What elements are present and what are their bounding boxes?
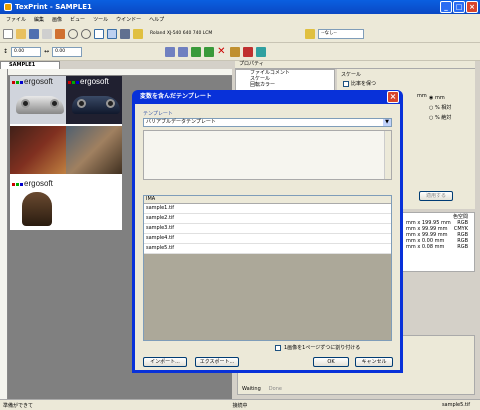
image-thumb-1[interactable]: ergosoft [10,76,66,124]
cursor-icon[interactable]: ↕ [3,48,8,55]
menu-file[interactable]: ファイル [6,16,26,23]
list-item[interactable]: sample5.tif [144,244,391,254]
radio-relative[interactable]: ○ % 相対 [429,103,451,113]
tab-label: SAMPLE1 [9,62,36,68]
delete-icon[interactable]: ✕ [217,46,227,57]
main-toolbar: Roland XJ-540 640 740 LCM --なし-- [0,25,480,43]
tab-done[interactable]: Done [269,386,282,392]
close-button[interactable]: × [466,1,478,13]
dialog-close-button[interactable]: × [387,91,399,103]
dialog-title: 変数を含んだテンプレート [140,93,212,100]
cancel-button[interactable]: キャンセル [355,357,393,367]
keep-ratio-checkbox[interactable] [343,80,349,87]
menu-view[interactable]: ビュー [70,16,85,23]
y-input[interactable]: 0.00 [52,46,83,57]
window-title: TexPrint - SAMPLE1 [15,3,92,11]
template-value: バリアブルデータテンプレート [146,119,216,125]
grid-icon[interactable] [107,28,117,39]
scale-title: スケール [341,72,362,78]
ergosoft-logo-5: ergosoft [12,179,53,188]
right-select[interactable]: --なし-- [318,28,365,39]
crop-icon[interactable] [243,46,254,57]
circle-icon[interactable] [68,28,78,39]
status-right: sample5.tif [441,402,470,408]
tile-icon[interactable] [256,46,267,57]
image-thumb-5[interactable]: ergosoft [10,178,66,230]
app-icon [4,3,12,11]
window-titlebar: TexPrint - SAMPLE1 _ □ × [0,0,480,14]
save-icon[interactable] [29,28,39,39]
paint-icon[interactable] [230,46,241,57]
image-list[interactable]: IMA sample1.tif sample2.tif sample3.tif … [143,195,392,341]
image-list-empty-area [144,254,391,340]
menu-tools[interactable]: ツール [93,16,108,23]
circle-icon-2[interactable] [81,28,91,39]
list-item[interactable]: sample3.tif [144,224,391,234]
keep-ratio-row[interactable]: 比率を保つ [337,80,475,87]
print-page[interactable]: ergosoft ergosoft ergosoft [10,76,122,230]
one-per-page-label: 1画像を1ページずつに割り付ける [284,345,361,351]
export-button[interactable]: エクスポート... [195,357,239,367]
template-scrollbar[interactable] [384,131,391,179]
template-dialog: 変数を含んだテンプレート × テンプレート バリアブルデータテンプレート ▼ I… [132,90,403,373]
image-thumb-4[interactable] [66,126,122,174]
image-thumb-2[interactable]: ergosoft [66,76,122,124]
tab-waiting[interactable]: Waiting [242,386,261,392]
unit-label: mm [417,93,427,99]
image-list-header: IMA [144,196,391,204]
menu-edit[interactable]: 編集 [34,16,44,23]
dialog-body: テンプレート バリアブルデータテンプレート ▼ IMA sample1.tif … [135,104,400,370]
properties-header: プロパティ [235,61,475,69]
tab-sample1[interactable]: SAMPLE1 [0,61,60,69]
chevron-down-icon[interactable]: ▼ [383,119,391,126]
edit-toolbar: ↕ 0.00 ↔ 0.00 ✕ [0,43,480,61]
prop-rotate-color[interactable]: 回転カラー [236,82,334,88]
color-icon[interactable] [55,28,65,39]
horizontal-ruler [8,69,232,76]
dialog-titlebar: 変数を含んだテンプレート × [135,90,400,104]
status-bar: 準備ができて 接続中 sample5.tif [0,399,480,410]
funnel-icon[interactable] [133,28,143,39]
printer-label[interactable]: Roland XJ-540 640 740 LCM [150,31,212,36]
list-item[interactable]: sample2.tif [144,214,391,224]
print-icon[interactable] [42,28,52,39]
menu-bar: ファイル 編集 画像 ビュー ツール ウインドー ヘルプ [0,14,480,25]
resize-icon[interactable]: ↔ [44,48,49,55]
minimize-button[interactable]: _ [440,1,452,13]
image-thumb-3[interactable] [10,126,66,174]
radio-mm[interactable]: ◉ mm [429,93,451,103]
menu-help[interactable]: ヘルプ [149,16,164,23]
flip-icon[interactable] [178,46,189,57]
scale-radio-group: ◉ mm ○ % 相対 ○ % 絶対 [429,93,451,123]
status-center: 接続中 [232,402,248,409]
paste-icon[interactable] [204,46,215,57]
ergosoft-logo: ergosoft [12,77,53,86]
x-input[interactable]: 0.00 [11,46,42,57]
open-icon[interactable] [16,28,26,39]
ok-button[interactable]: OK [313,357,349,367]
list-item[interactable]: sample4.tif [144,234,391,244]
template-group-label: テンプレート [143,111,173,117]
new-icon[interactable] [3,28,13,39]
one-per-page-checkbox[interactable] [275,344,281,351]
one-per-page-row[interactable]: 1画像を1ページずつに割り付ける [275,344,360,351]
menu-window[interactable]: ウインドー [116,16,141,23]
status-left: 準備ができて [3,402,34,409]
rotate-icon[interactable] [165,46,176,57]
list-item[interactable]: sample1.tif [144,204,391,214]
apply-button[interactable]: 適用する [419,191,453,201]
vertical-ruler [0,69,8,399]
ergosoft-logo-2: ergosoft [68,77,109,86]
copy-icon[interactable] [191,46,202,57]
radio-absolute[interactable]: ○ % 絶対 [429,113,451,123]
layout-icon[interactable] [94,28,104,39]
import-button[interactable]: インポート... [143,357,187,367]
template-preview [143,130,392,180]
filter-icon[interactable] [120,28,130,39]
settings-icon[interactable] [305,28,316,39]
menu-image[interactable]: 画像 [52,16,62,23]
template-select[interactable]: バリアブルデータテンプレート ▼ [143,118,392,127]
maximize-button[interactable]: □ [453,1,465,13]
